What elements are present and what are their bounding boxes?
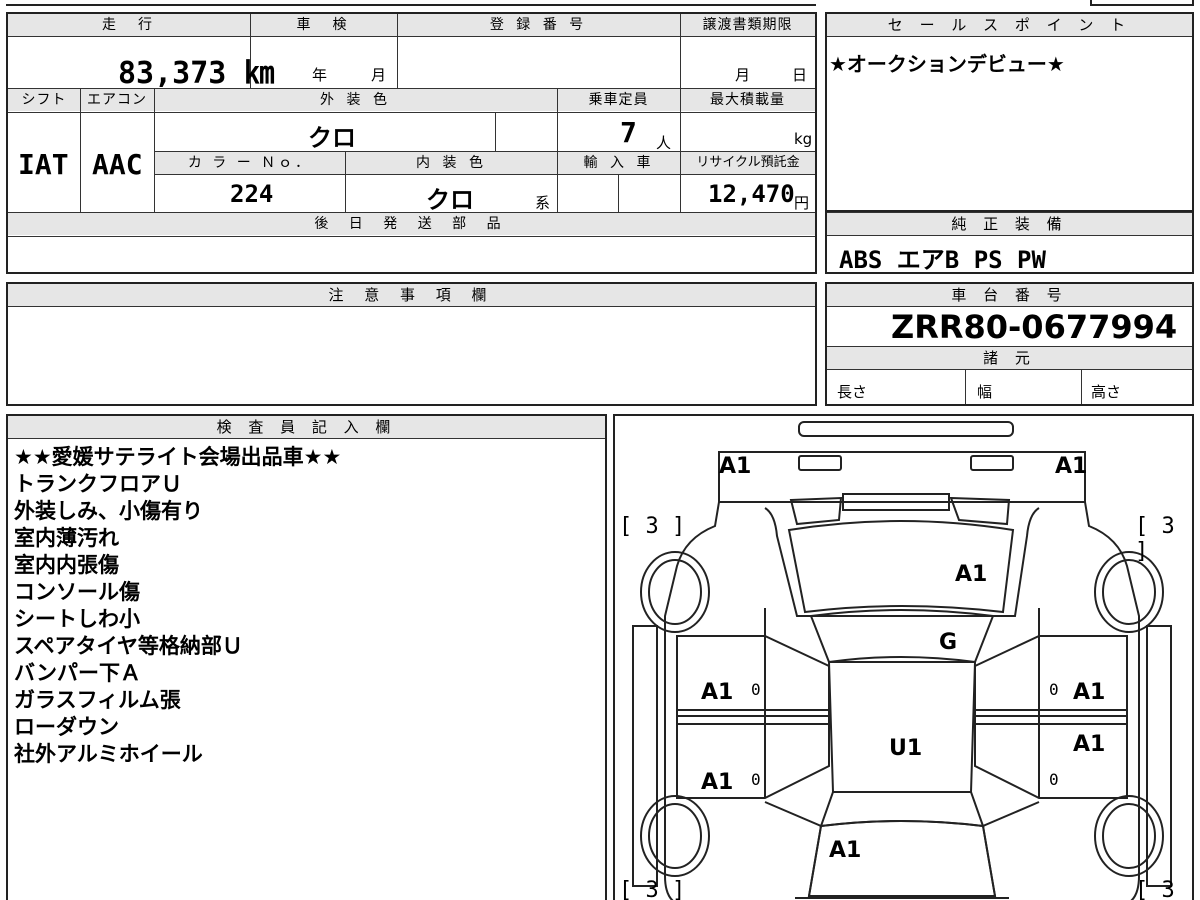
chassis-number: ZRR80-0677994 bbox=[891, 308, 1178, 346]
interior-color-suffix: 系 bbox=[535, 194, 551, 212]
height-label: 高さ bbox=[1091, 383, 1122, 401]
exterior-color-label: 外 装 色 bbox=[154, 89, 557, 111]
sales-point-box: セ ー ル ス ポ イ ン ト ★オークションデビュー★ bbox=[825, 12, 1194, 212]
equipment-text: ABS エアB PS PW bbox=[839, 246, 1046, 274]
recycle-deposit-unit: 円 bbox=[794, 194, 810, 212]
damage-left-rear-door: A1 bbox=[701, 770, 734, 795]
spec-label: 諸 元 bbox=[827, 346, 1192, 370]
caution-label: 注 意 事 項 欄 bbox=[8, 284, 815, 307]
vehicle-info-table: 走 行 車 検 登 録 番 号 譲渡書類期限 83,373 ㎞ 年 月 月 日 … bbox=[6, 12, 817, 274]
capacity-unit: 人 bbox=[656, 134, 672, 152]
note-line: 室内内張傷 bbox=[14, 553, 119, 577]
shift-label: シフト bbox=[8, 89, 80, 111]
import-car-label: 輸 入 車 bbox=[558, 152, 680, 174]
inspector-notes-list: ★★愛媛サテライト会場出品車★★ トランクフロアＵ 外装しみ、小傷有り 室内薄汚… bbox=[14, 444, 341, 768]
shaken-year: 年 bbox=[312, 66, 328, 84]
damage-windshield: G bbox=[939, 630, 958, 655]
damage-right-rear-door: A1 bbox=[1073, 732, 1106, 757]
note-line: トランクフロアＵ bbox=[14, 472, 182, 496]
damage-right-front-door: A1 bbox=[1073, 680, 1106, 705]
damage-diagram-box: [ 3 ] [ 3 ] [ 3 ] [ 3 ] A1 A1 A1 G U1 A1… bbox=[613, 414, 1194, 900]
tire-rating-rear-left: [ 3 ] bbox=[619, 878, 686, 900]
top-edge-fragment bbox=[6, 0, 816, 6]
chassis-label: 車 台 番 号 bbox=[827, 284, 1192, 307]
length-label: 長さ bbox=[837, 383, 868, 401]
equipment-label: 純 正 装 備 bbox=[827, 212, 1192, 236]
note-line: スペアタイヤ等格納部Ｕ bbox=[14, 634, 243, 658]
zero-mark: 0 bbox=[1049, 770, 1059, 789]
max-load-label: 最大積載量 bbox=[680, 89, 815, 111]
capacity-value: 7 bbox=[620, 116, 637, 149]
zero-mark: 0 bbox=[1049, 680, 1059, 699]
width-label: 幅 bbox=[977, 383, 993, 401]
caution-box: 注 意 事 項 欄 bbox=[6, 282, 817, 406]
note-line: 社外アルミホイール bbox=[14, 742, 203, 766]
zero-mark: 0 bbox=[751, 770, 761, 789]
max-load-unit: kg bbox=[794, 130, 813, 148]
note-line: ガラスフィルム張 bbox=[14, 688, 181, 712]
transfer-deadline-label: 譲渡書類期限 bbox=[680, 14, 815, 36]
damage-rear-right: A1 bbox=[1055, 454, 1088, 479]
registration-label: 登 録 番 号 bbox=[397, 14, 680, 36]
sales-point-text: ★オークションデビュー★ bbox=[829, 52, 1065, 76]
note-line: ローダウン bbox=[14, 715, 119, 739]
damage-front-bumper: A1 bbox=[829, 838, 862, 863]
exterior-color-value: クロ bbox=[308, 124, 356, 152]
aircon-value: AAC bbox=[92, 148, 143, 181]
mileage-label: 走 行 bbox=[8, 14, 250, 36]
tire-rating-rear-right: [ 3 ] bbox=[1135, 878, 1175, 900]
recycle-deposit-value: 12,470 bbox=[708, 180, 795, 208]
mileage-value: 83,373 ㎞ bbox=[118, 56, 275, 91]
tire-rating-front-right: [ 3 ] bbox=[1135, 514, 1175, 564]
zero-mark: 0 bbox=[751, 680, 761, 699]
color-no-label: カ ラ ー Ｎｏ． bbox=[155, 152, 345, 174]
chassis-box: 車 台 番 号 ZRR80-0677994 諸 元 長さ 幅 高さ bbox=[825, 282, 1194, 406]
capacity-label: 乗車定員 bbox=[557, 89, 680, 111]
later-parts-label: 後 日 発 送 部 品 bbox=[8, 213, 815, 235]
shaken-label: 車 検 bbox=[250, 14, 397, 36]
equipment-box: 純 正 装 備 ABS エアB PS PW bbox=[825, 212, 1194, 274]
transfer-month: 月 bbox=[735, 66, 751, 84]
note-line: コンソール傷 bbox=[14, 580, 140, 604]
aircon-label: エアコン bbox=[80, 89, 154, 111]
damage-left-front-door: A1 bbox=[701, 680, 734, 705]
car-outline-diagram bbox=[632, 421, 1172, 900]
damage-roof: U1 bbox=[889, 736, 923, 761]
shaken-month: 月 bbox=[371, 66, 387, 84]
note-line: シートしわ小 bbox=[14, 607, 140, 631]
interior-color-label: 内 装 色 bbox=[346, 152, 557, 174]
inspector-label: 検 査 員 記 入 欄 bbox=[8, 416, 605, 439]
color-no-value: 224 bbox=[230, 180, 274, 208]
note-line: 室内薄汚れ bbox=[14, 526, 119, 550]
note-line: ★★愛媛サテライト会場出品車★★ bbox=[14, 445, 342, 469]
transfer-day: 日 bbox=[792, 66, 808, 84]
inspector-notes-box: 検 査 員 記 入 欄 ★★愛媛サテライト会場出品車★★ トランクフロアＵ 外装… bbox=[6, 414, 607, 900]
interior-color-value: クロ bbox=[426, 186, 474, 214]
recycle-deposit-label: リサイクル預託金 bbox=[681, 152, 815, 174]
note-line: バンパー下Ａ bbox=[14, 661, 142, 685]
top-edge-fragment-right bbox=[1090, 0, 1194, 6]
damage-rear-left: A1 bbox=[719, 454, 752, 479]
damage-hood: A1 bbox=[955, 562, 988, 587]
shift-value: IAT bbox=[18, 148, 69, 181]
note-line: 外装しみ、小傷有り bbox=[14, 499, 203, 523]
tire-rating-front-left: [ 3 ] bbox=[619, 514, 686, 539]
sales-point-label: セ ー ル ス ポ イ ン ト bbox=[827, 14, 1192, 37]
